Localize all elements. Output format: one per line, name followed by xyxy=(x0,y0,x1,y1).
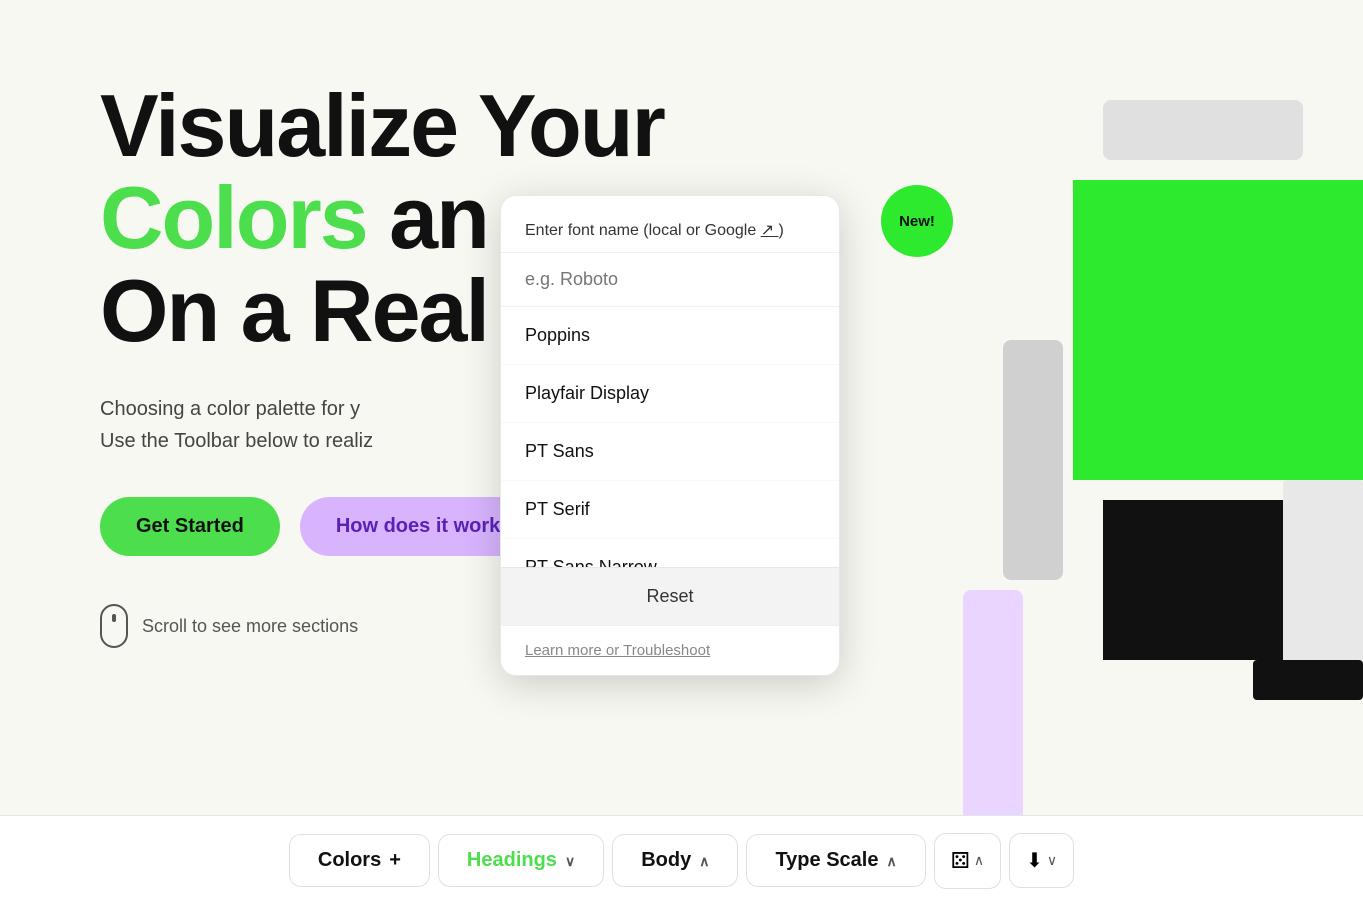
toolbar-colors-label: Colors xyxy=(318,849,381,872)
color-block-black-bottom xyxy=(1253,660,1363,700)
color-block-gray-thin xyxy=(1003,340,1063,580)
toolbar-headings-label: Headings xyxy=(467,849,557,872)
headings-chevron-down-icon xyxy=(565,849,575,872)
toolbar-headings-item[interactable]: Headings xyxy=(438,834,604,887)
mouse-icon xyxy=(100,604,128,648)
get-started-button[interactable]: Get Started xyxy=(100,497,280,556)
font-list-item[interactable]: Poppins xyxy=(501,307,839,365)
dropdown-header: Enter font name (local or Google ↗ ) xyxy=(501,196,839,253)
toolbar-colors-item[interactable]: Colors + xyxy=(289,834,430,887)
new-badge: New! xyxy=(881,185,953,257)
color-block-black-square xyxy=(1103,500,1283,660)
dice-chevron-up-icon xyxy=(974,852,984,870)
hero-colors-word: Colors xyxy=(100,168,367,267)
dropdown-reset-button[interactable]: Reset xyxy=(501,567,839,625)
dropdown-footer-link[interactable]: Learn more or Troubleshoot xyxy=(501,625,839,675)
toolbar-type-scale-item[interactable]: Type Scale xyxy=(746,834,925,887)
toolbar-body-label: Body xyxy=(641,849,691,872)
download-icon: ⬇ xyxy=(1026,848,1043,873)
hero-and-word: an xyxy=(389,168,488,267)
toolbar-download-group[interactable]: ⬇ xyxy=(1009,833,1074,888)
toolbar-dice-group[interactable]: ⚄ xyxy=(934,833,1001,889)
font-list-item[interactable]: PT Serif xyxy=(501,481,839,539)
font-list-item[interactable]: PT Sans xyxy=(501,423,839,481)
body-chevron-up-icon xyxy=(699,849,709,872)
color-block-gray-light xyxy=(1103,100,1303,160)
color-block-green-large xyxy=(1073,180,1363,480)
toolbar-body-item[interactable]: Body xyxy=(612,834,738,887)
toolbar: Colors + Headings Body Type Scale ⚄ ⬇ xyxy=(0,815,1363,905)
color-blocks xyxy=(1003,100,1363,720)
font-list-item[interactable]: Playfair Display xyxy=(501,365,839,423)
color-block-purple-thin xyxy=(963,590,1023,820)
font-dropdown-popup: Enter font name (local or Google ↗ ) Pop… xyxy=(500,195,840,676)
google-fonts-link[interactable]: ↗ xyxy=(761,222,779,239)
download-chevron-down-icon xyxy=(1047,852,1057,870)
toolbar-colors-plus-icon: + xyxy=(389,849,401,872)
font-search-input[interactable] xyxy=(525,269,815,290)
dropdown-search-area[interactable] xyxy=(501,253,839,307)
font-list-item[interactable]: PT Sans Narrow xyxy=(501,539,839,567)
dice-icon: ⚄ xyxy=(951,848,970,874)
dropdown-font-list: PoppinsPlayfair DisplayPT SansPT SerifPT… xyxy=(501,307,839,567)
mouse-dot xyxy=(112,614,116,622)
type-scale-chevron-up-icon xyxy=(886,849,896,872)
external-link-icon: ↗ xyxy=(761,222,774,239)
color-block-gray-small xyxy=(1283,480,1363,680)
toolbar-type-scale-label: Type Scale xyxy=(775,849,878,872)
